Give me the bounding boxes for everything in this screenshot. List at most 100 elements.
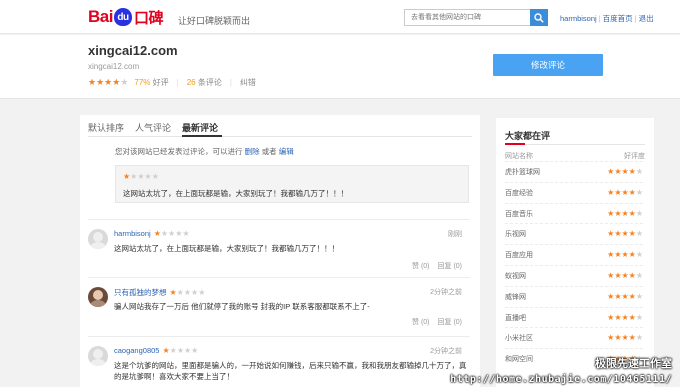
- edit-review-button[interactable]: 修改评论: [493, 54, 603, 76]
- sidebar-item-stars: ★ ★ ★ ★ ★: [607, 272, 643, 280]
- sidebar-item-stars: ★ ★ ★ ★ ★: [607, 168, 643, 176]
- star-filled-icon: ★: [621, 333, 629, 343]
- star-empty-icon: ★: [635, 271, 643, 280]
- sidebar-item-stars: ★ ★ ★ ★ ★: [607, 187, 643, 197]
- sidebar-item-name[interactable]: 小米社区: [505, 333, 533, 343]
- sidebar-item[interactable]: 乐视网 ★ ★ ★ ★ ★: [505, 223, 643, 244]
- star-filled-icon: ★: [628, 312, 636, 322]
- star-empty-icon: ★: [176, 345, 184, 355]
- comment-text: 这是个坑爹的网站，里面都是骗人的，一开始说如何赚钱，后来只输不赢，我和我朋友都输…: [114, 361, 467, 381]
- baidu-koubei-logo[interactable]: Bai du 口碑: [88, 6, 163, 28]
- user-link[interactable]: harmbisonj: [560, 14, 597, 23]
- star-empty-icon: ★: [183, 345, 192, 355]
- sidebar-item[interactable]: 百度音乐 ★ ★ ★ ★ ★: [505, 202, 643, 224]
- sidebar-item[interactable]: 直播吧 ★ ★ ★ ★ ★: [505, 306, 643, 328]
- star-empty-icon: ★: [175, 228, 183, 238]
- comment-username[interactable]: harmbisonj: [114, 229, 151, 238]
- star-filled-icon: ★: [104, 77, 113, 87]
- top-links: harmbisonj | 百度首页 | 退出: [560, 14, 654, 23]
- sidebar-item[interactable]: 百度经验 ★ ★ ★ ★ ★: [505, 181, 643, 203]
- reply-button[interactable]: 回复 (0): [438, 317, 463, 327]
- avatar[interactable]: [88, 346, 108, 366]
- watermark-url: http://home.zhubajie.com/10465111/: [450, 374, 672, 385]
- star-empty-icon: ★: [160, 228, 169, 238]
- star-filled-icon: ★: [628, 208, 636, 218]
- star-filled-icon: ★: [607, 291, 615, 301]
- home-link[interactable]: 百度首页: [603, 14, 633, 23]
- sidebar-item[interactable]: 百度应用 ★ ★ ★ ★ ★: [505, 244, 643, 265]
- star-empty-icon: ★: [198, 287, 206, 297]
- sidebar-item-name[interactable]: 乐视网: [505, 229, 526, 239]
- avatar[interactable]: [88, 229, 108, 249]
- sidebar-item-name[interactable]: 威锋网: [505, 292, 526, 302]
- star-filled-icon: ★: [169, 287, 177, 297]
- tab-latest[interactable]: 最新评论: [182, 121, 218, 134]
- edit-review-link[interactable]: 编辑: [279, 147, 294, 156]
- sidebar-item[interactable]: 威锋网 ★ ★ ★ ★ ★: [505, 285, 643, 307]
- star-empty-icon: ★: [130, 172, 138, 181]
- star-filled-icon: ★: [96, 77, 105, 87]
- already-reviewed-notice: 您对该网站已经发表过评论，可以进行 删除 或者 编辑: [115, 146, 294, 157]
- col-site-name: 网站名称: [505, 153, 533, 160]
- star-filled-icon: ★: [628, 167, 636, 176]
- star-filled-icon: ★: [621, 291, 629, 301]
- sidebar-title-accent: [505, 143, 525, 145]
- sidebar-title: 大家都在评: [505, 131, 551, 141]
- star-empty-icon: ★: [182, 228, 190, 238]
- delete-review-link[interactable]: 删除: [245, 147, 260, 156]
- comment-time: 刚刚: [448, 231, 462, 238]
- star-filled-icon: ★: [621, 208, 629, 218]
- sidebar-item[interactable]: 虎扑篮球网 ★ ★ ★ ★ ★: [505, 161, 643, 182]
- star-empty-icon: ★: [635, 333, 643, 343]
- star-filled-icon: ★: [607, 250, 615, 260]
- sidebar-item[interactable]: 蚁视网 ★ ★ ★ ★ ★: [505, 265, 643, 286]
- tab-divider: [88, 136, 472, 137]
- col-rating: 好评度: [624, 153, 645, 160]
- site-url[interactable]: xingcai12.com: [88, 62, 139, 71]
- search-input[interactable]: [404, 9, 530, 26]
- star-empty-icon: ★: [120, 77, 129, 87]
- star-empty-icon: ★: [144, 172, 152, 181]
- star-filled-icon: ★: [628, 333, 636, 343]
- watermark: 极限先速工作室 http://home.zhubajie.com/1046511…: [450, 356, 672, 387]
- sidebar-item-name[interactable]: 虎扑篮球网: [505, 167, 540, 177]
- popular-sites-sidebar: 大家都在评 网站名称 好评度 虎扑篮球网 ★ ★ ★ ★ ★ 百度经验 ★ ★ ★ ★ ★ 百度音乐 ★ ★…: [496, 118, 654, 387]
- star-filled-icon: ★: [628, 187, 636, 197]
- sidebar-item-name[interactable]: 百度经验: [505, 188, 533, 198]
- sidebar-item[interactable]: 小米社区 ★ ★ ★ ★ ★: [505, 327, 643, 348]
- site-name: xingcai12.com: [88, 43, 178, 58]
- slogan: 让好口碑脱颖而出: [178, 16, 251, 26]
- star-filled-icon: ★: [162, 345, 170, 355]
- comment-username[interactable]: 只有孤独的梦想: [114, 287, 167, 298]
- search-button[interactable]: [530, 9, 548, 26]
- logo-koubei: 口碑: [133, 9, 164, 27]
- like-button[interactable]: 赞 (0): [412, 317, 430, 327]
- star-empty-icon: ★: [168, 228, 176, 238]
- my-comment-text: 这网站太坑了，在上面玩都是输，大家别玩了！我都输几万了！！！: [123, 189, 348, 198]
- star-empty-icon: ★: [635, 250, 643, 260]
- tab-default-sort[interactable]: 默认排序: [88, 121, 124, 134]
- comment-count: 26: [186, 78, 196, 87]
- sidebar-item-stars: ★ ★ ★ ★ ★: [607, 251, 643, 259]
- like-button[interactable]: 赞 (0): [412, 261, 430, 271]
- sidebar-item-name[interactable]: 百度应用: [505, 250, 533, 260]
- tab-popular[interactable]: 人气评论: [135, 121, 171, 134]
- logout-link[interactable]: 退出: [639, 14, 654, 23]
- star-empty-icon: ★: [191, 345, 199, 355]
- sidebar-item-name[interactable]: 百度音乐: [505, 209, 533, 219]
- star-filled-icon: ★: [628, 291, 636, 301]
- reply-button[interactable]: 回复 (0): [438, 261, 463, 271]
- star-empty-icon: ★: [191, 287, 199, 297]
- avatar[interactable]: [88, 287, 108, 307]
- top-bar: Bai du 口碑 让好口碑脱颖而出 harmbisonj|百度首页|退出: [0, 0, 680, 34]
- star-filled-icon: ★: [621, 187, 629, 197]
- sidebar-item-name[interactable]: 直播吧: [505, 313, 526, 323]
- notice-text: 您对该网站已经发表过评论，可以进行: [115, 147, 243, 156]
- star-filled-icon: ★: [628, 250, 636, 260]
- sidebar-item-name[interactable]: 蚁视网: [505, 271, 526, 281]
- comment-item: harmbisonj ★ ★ ★ ★ ★ 刚刚 这网站太坑了，在上面玩都是输，大家别玩了…: [88, 219, 470, 275]
- star-empty-icon: ★: [151, 172, 159, 181]
- sidebar-item-stars: ★ ★ ★ ★ ★: [607, 208, 643, 218]
- comment-username[interactable]: caogang0805: [114, 346, 159, 355]
- report-error-link[interactable]: 纠错: [240, 77, 256, 88]
